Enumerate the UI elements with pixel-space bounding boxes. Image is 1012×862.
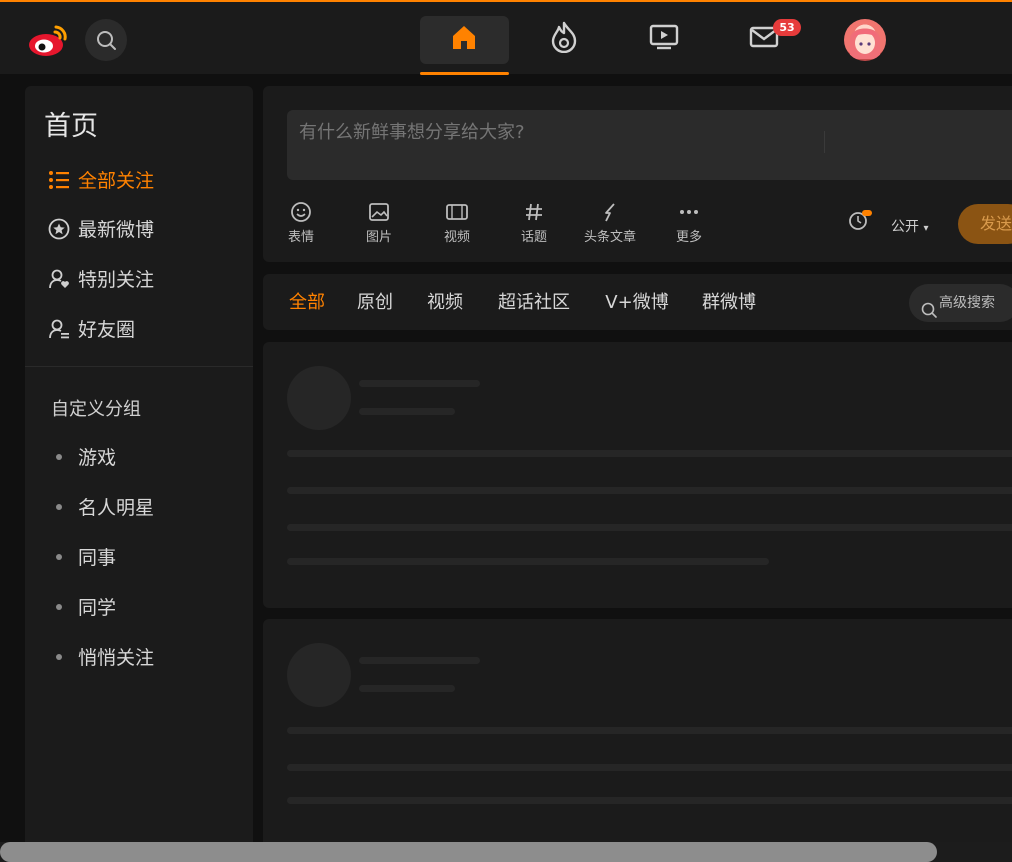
- tool-label: 话题: [520, 230, 547, 245]
- group-item-celebrities[interactable]: 名人明星: [44, 490, 236, 523]
- article-icon: [600, 198, 620, 226]
- skeleton-line: [359, 408, 455, 415]
- advanced-search-label: 高级搜索: [939, 295, 995, 311]
- skeleton-line: [287, 727, 1012, 734]
- list-icon: [44, 163, 74, 196]
- tool-more[interactable]: 更多: [671, 198, 707, 248]
- skeleton-line: [359, 685, 455, 692]
- group-item-classmates[interactable]: 同学: [44, 590, 236, 623]
- tool-label: 图片: [365, 230, 392, 245]
- visibility-label: 公开: [891, 219, 919, 235]
- skeleton-line: [359, 657, 480, 664]
- horizontal-scrollbar-thumb[interactable]: [0, 842, 937, 862]
- top-bar: 53: [0, 0, 1012, 75]
- sidebar-item-label: 特别关注: [78, 269, 155, 291]
- bullet-icon: [44, 590, 74, 623]
- skeleton-line: [287, 487, 1012, 494]
- sidebar-item-label: 好友圈: [78, 319, 136, 341]
- tool-label: 更多: [675, 230, 702, 245]
- home-icon[interactable]: [448, 20, 480, 54]
- skeleton-line: [287, 524, 1012, 531]
- sidebar-title: 首页: [44, 111, 98, 142]
- feed-card-placeholder: [263, 619, 1012, 862]
- left-sidebar: 首页 全部关注 最新微博 特别关注 好友圈 自定义分组 游戏 名人明星 同事 同…: [25, 86, 253, 862]
- video-icon[interactable]: [648, 20, 680, 54]
- sidebar-divider: [25, 366, 253, 367]
- emoji-icon: [290, 198, 312, 226]
- tool-label: 视频: [443, 230, 470, 245]
- user-heart-icon: [44, 262, 74, 295]
- tab-v-plus[interactable]: V+微博: [589, 283, 685, 323]
- skeleton-line: [287, 558, 769, 565]
- sidebar-item-all-following[interactable]: 全部关注: [44, 163, 236, 196]
- group-item-colleagues[interactable]: 同事: [44, 540, 236, 573]
- sidebar-item-special-follow[interactable]: 特别关注: [44, 262, 236, 295]
- tab-original[interactable]: 原创: [341, 283, 409, 323]
- bullet-icon: [44, 540, 74, 573]
- bullet-icon: [44, 490, 74, 523]
- compose-input[interactable]: [287, 110, 1012, 180]
- group-item-games[interactable]: 游戏: [44, 440, 236, 473]
- group-item-secret-follow[interactable]: 悄悄关注: [44, 640, 236, 673]
- group-item-label: 游戏: [78, 447, 117, 469]
- tool-topic[interactable]: 话题: [516, 198, 552, 248]
- sidebar-item-label: 全部关注: [78, 170, 155, 192]
- skeleton-line: [359, 380, 480, 387]
- custom-groups-title: 自定义分组: [51, 399, 141, 420]
- sidebar-item-label: 最新微博: [78, 219, 155, 241]
- tab-video[interactable]: 视频: [411, 283, 479, 323]
- star-circle-icon: [44, 212, 74, 245]
- search-button[interactable]: [85, 19, 127, 61]
- fire-icon[interactable]: [548, 20, 580, 54]
- bullet-icon: [44, 640, 74, 673]
- group-item-label: 同事: [78, 547, 117, 569]
- group-item-label: 名人明星: [78, 497, 155, 519]
- avatar[interactable]: [844, 19, 886, 61]
- tab-super-topic[interactable]: 超话社区: [481, 283, 587, 323]
- advanced-search-button[interactable]: 高级搜索: [909, 284, 1012, 322]
- image-icon: [368, 198, 390, 226]
- tab-group-weibo[interactable]: 群微博: [685, 283, 773, 323]
- more-icon: [678, 198, 700, 226]
- skeleton-avatar: [287, 643, 351, 707]
- tool-label: 头条文章: [583, 230, 636, 245]
- sidebar-item-friends-circle[interactable]: 好友圈: [44, 312, 236, 345]
- skeleton-avatar: [287, 366, 351, 430]
- tool-video[interactable]: 视频: [439, 198, 475, 248]
- feed-card-placeholder: [263, 342, 1012, 608]
- send-button[interactable]: 发送: [958, 204, 1012, 244]
- skeleton-line: [287, 764, 1012, 771]
- tool-label: 表情: [287, 230, 314, 245]
- skeleton-line: [287, 450, 1012, 457]
- user-group-icon: [44, 312, 74, 345]
- toolbar-divider: [824, 131, 825, 153]
- skeleton-line: [287, 797, 1012, 804]
- search-icon: [921, 295, 937, 333]
- video-icon: [445, 198, 469, 226]
- sidebar-item-latest[interactable]: 最新微博: [44, 212, 236, 245]
- nav-active-indicator: [420, 72, 509, 75]
- hashtag-icon: [524, 198, 544, 226]
- bullet-icon: [44, 440, 74, 473]
- chevron-down-icon: ▾: [923, 223, 929, 234]
- visibility-selector[interactable]: 公开 ▾: [891, 216, 928, 236]
- weibo-logo-icon[interactable]: [24, 15, 72, 65]
- clock-icon[interactable]: [848, 209, 872, 235]
- tool-image[interactable]: 图片: [361, 198, 397, 248]
- group-item-label: 悄悄关注: [78, 647, 155, 669]
- tool-emoji[interactable]: 表情: [283, 198, 319, 248]
- group-item-label: 同学: [78, 597, 117, 619]
- tab-all[interactable]: 全部: [273, 283, 341, 323]
- search-icon: [97, 31, 116, 50]
- tool-article[interactable]: 头条文章: [581, 198, 639, 248]
- message-badge: 53: [773, 19, 801, 36]
- feed-filter-bar: 全部 原创 视频 超话社区 V+微博 群微博: [263, 274, 1012, 330]
